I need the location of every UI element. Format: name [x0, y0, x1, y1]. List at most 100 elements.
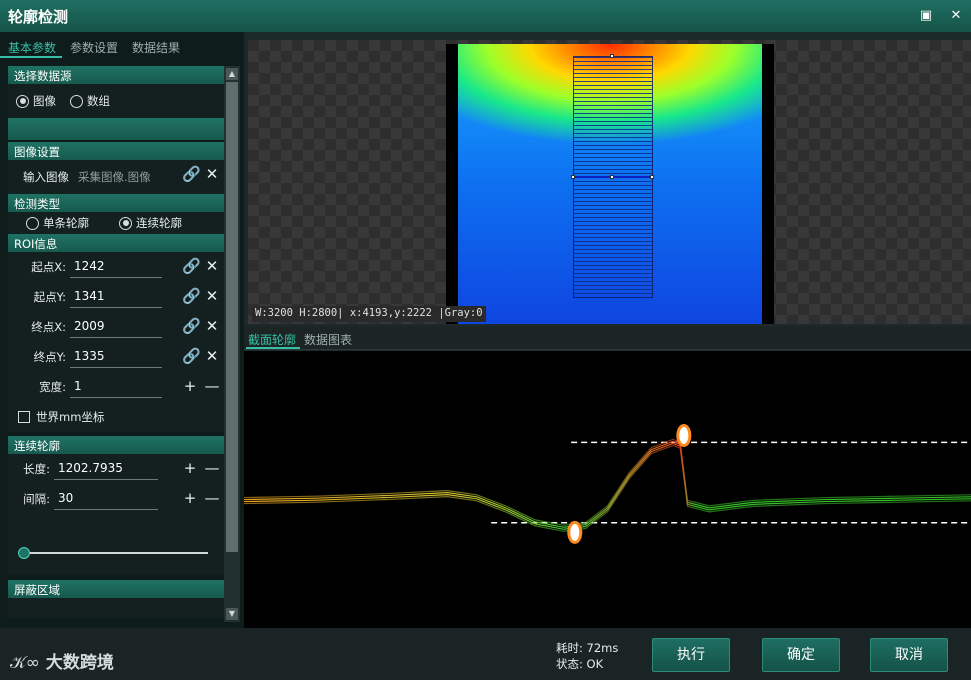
roi-width-row: 宽度: 1 + — [8, 372, 224, 402]
brand-logo: 𝒦∞ 大数跨境 [10, 648, 114, 673]
roi-start-x-row: 起点X: 1242 🔗 ✕ [8, 252, 224, 282]
link-icon[interactable]: 🔗 [182, 258, 201, 274]
mask-region-header: 屏蔽区域 [8, 580, 224, 598]
close-icon[interactable]: ✕ [946, 6, 966, 26]
image-settings-header: 图像设置 [8, 142, 224, 160]
slider-row [8, 514, 224, 574]
minus-icon[interactable]: — [204, 378, 220, 394]
interval-input[interactable]: 30 [54, 488, 158, 510]
chart-tabs: 截面轮廓 数据图表 [244, 326, 971, 350]
roi-end-y-input[interactable]: 1335 [70, 346, 162, 368]
logo-icon: 𝒦∞ [10, 653, 40, 673]
input-image-row: 输入图像 采集图像.图像 🔗 ✕ [8, 160, 224, 194]
scrollbar-thumb[interactable] [226, 82, 238, 552]
link-icon[interactable]: 🔗 [182, 288, 201, 304]
roi-handle[interactable] [610, 54, 614, 58]
roi-start-y-label: 起点Y: [33, 290, 66, 304]
clear-icon[interactable]: ✕ [204, 258, 220, 274]
detect-type-options: 单条轮廓 连续轮廓 [8, 212, 224, 234]
image-viewer[interactable]: W:3200 H:2800| x:4193,y:2222 |Gray:0 [248, 40, 971, 324]
tab-section-profile[interactable]: 截面轮廓 [246, 326, 301, 349]
roi-end-x-label: 终点X: [31, 320, 66, 334]
scroll-up-icon[interactable]: ▲ [226, 68, 238, 80]
roi-width-label: 宽度: [39, 380, 66, 394]
radio-single-contour[interactable] [26, 216, 39, 230]
world-mm-checkbox[interactable] [18, 411, 30, 423]
maximize-icon[interactable]: ▣ [916, 6, 936, 26]
slider-track[interactable] [22, 552, 208, 554]
scroll-down-icon[interactable]: ▼ [226, 608, 238, 620]
world-mm-row: 世界mm坐标 [8, 402, 224, 432]
radio-continuous-contour-label: 连续轮廓 [136, 216, 182, 230]
roi-start-y-input[interactable]: 1341 [70, 286, 162, 308]
roi-start-y-row: 起点Y: 1341 🔗 ✕ [8, 282, 224, 312]
roi-handle[interactable] [610, 175, 614, 179]
roi-end-x-row: 终点X: 2009 🔗 ✕ [8, 312, 224, 342]
continuous-header: 连续轮廓 [8, 436, 224, 454]
link-icon[interactable]: 🔗 [182, 348, 201, 364]
clear-icon[interactable]: ✕ [204, 166, 220, 182]
radio-single-contour-label: 单条轮廓 [43, 216, 89, 230]
roi-start-x-input[interactable]: 1242 [70, 256, 162, 278]
radio-image[interactable] [16, 94, 29, 108]
input-image-field[interactable]: 采集图像.图像 [78, 169, 168, 185]
tab-data-results[interactable]: 数据结果 [124, 32, 186, 58]
length-input[interactable]: 1202.7935 [54, 458, 158, 480]
clear-icon[interactable]: ✕ [204, 318, 220, 334]
plus-icon[interactable]: + [182, 490, 198, 506]
clear-icon[interactable]: ✕ [204, 288, 220, 304]
profile-chart [243, 351, 971, 628]
clear-icon[interactable]: ✕ [204, 348, 220, 364]
profile-line [243, 444, 971, 532]
tab-basic-params[interactable]: 基本参数 [0, 32, 63, 58]
confirm-button[interactable]: 确定 [762, 638, 840, 672]
length-row: 长度: 1202.7935 + — [8, 454, 224, 484]
minus-icon[interactable]: — [204, 460, 220, 476]
radio-continuous-contour[interactable] [119, 216, 132, 230]
link-icon[interactable]: 🔗 [182, 318, 201, 334]
title-bar: 轮廓检测 ▣ ✕ [0, 0, 971, 32]
profile-line [243, 440, 971, 528]
min-point-marker[interactable] [567, 520, 583, 544]
roi-end-x-input[interactable]: 2009 [70, 316, 162, 338]
radio-image-label: 图像 [33, 94, 56, 108]
left-panel: 基本参数 参数设置 数据结果 选择数据源 图像 数组 图像设置 输入图像 采集图… [0, 32, 244, 628]
elapsed-time: 耗时: 72ms [556, 641, 619, 655]
vertical-scrollbar[interactable]: ▲ ▼ [224, 66, 240, 622]
datasource-header: 选择数据源 [8, 66, 224, 84]
detect-type-header: 检测类型 [8, 194, 224, 212]
minus-icon[interactable]: — [204, 490, 220, 506]
bottom-bar: 𝒦∞ 大数跨境 耗时: 72ms 状态: OK 执行 确定 取消 [0, 628, 971, 680]
roi-end-y-label: 终点Y: [33, 350, 66, 364]
run-status: 状态: OK [556, 657, 604, 671]
roi-handle[interactable] [650, 175, 654, 179]
roi-end-y-row: 终点Y: 1335 🔗 ✕ [8, 342, 224, 372]
link-icon[interactable]: 🔗 [182, 166, 201, 182]
roi-start-x-label: 起点X: [31, 260, 66, 274]
params-scroll-area: 选择数据源 图像 数组 图像设置 输入图像 采集图像.图像 🔗 ✕ 检测类型 单… [8, 66, 224, 622]
tab-param-settings[interactable]: 参数设置 [62, 32, 124, 58]
profile-line [243, 442, 971, 530]
left-tabs: 基本参数 参数设置 数据结果 [0, 32, 244, 58]
logo-text: 大数跨境 [45, 653, 114, 673]
plus-icon[interactable]: + [182, 378, 198, 394]
window-title: 轮廓检测 [8, 7, 69, 26]
interval-label: 间隔: [23, 492, 50, 506]
roi-width-input[interactable]: 1 [70, 376, 162, 398]
radio-array[interactable] [70, 94, 83, 108]
roi-handle[interactable] [571, 175, 575, 179]
slider-handle[interactable] [18, 547, 30, 559]
image-status-bar: W:3200 H:2800| x:4193,y:2222 |Gray:0 [252, 306, 486, 322]
section-divider [8, 118, 224, 140]
datasource-options: 图像 数组 [8, 84, 224, 118]
max-point-marker[interactable] [676, 423, 692, 447]
execute-button[interactable]: 执行 [652, 638, 730, 672]
length-label: 长度: [23, 462, 50, 476]
cancel-button[interactable]: 取消 [870, 638, 948, 672]
tab-data-chart[interactable]: 数据图表 [302, 326, 356, 349]
roi-header: ROI信息 [8, 234, 224, 252]
plus-icon[interactable]: + [182, 460, 198, 476]
world-mm-label: 世界mm坐标 [36, 410, 105, 424]
interval-row: 间隔: 30 + — [8, 484, 224, 514]
profile-chart-svg [243, 423, 971, 544]
